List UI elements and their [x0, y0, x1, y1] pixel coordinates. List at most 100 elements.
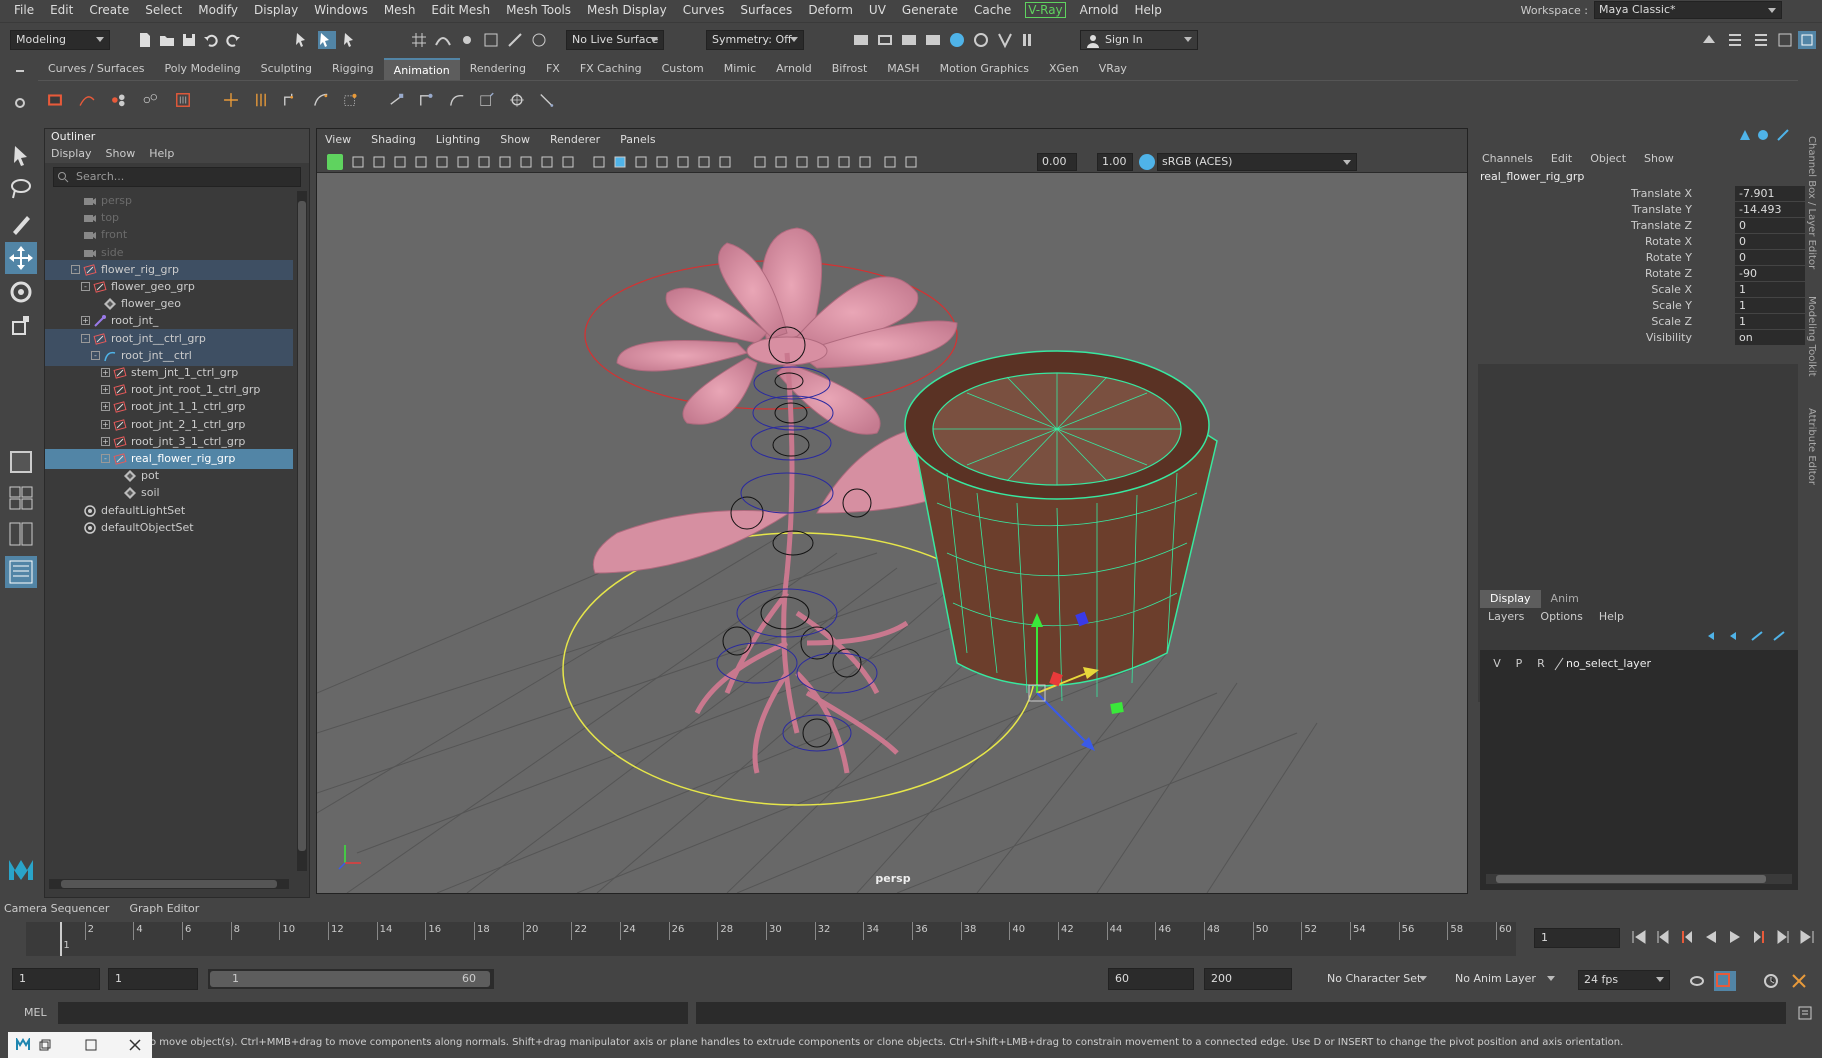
layer-name[interactable]: no_select_layer — [1566, 656, 1651, 672]
range-slider-handle[interactable]: 1 60 — [210, 971, 490, 987]
viewport-menu-shading[interactable]: Shading — [371, 129, 416, 151]
xray-icon[interactable] — [816, 155, 830, 169]
restore-window-icon[interactable] — [38, 1038, 52, 1052]
render-frame-icon[interactable] — [876, 31, 894, 49]
default-material-icon[interactable] — [634, 155, 648, 169]
ik-spline-icon[interactable] — [282, 91, 308, 115]
textured-icon[interactable] — [655, 155, 669, 169]
tool-settings-icon[interactable] — [1752, 31, 1770, 49]
channel-value-field[interactable]: -90 — [1735, 266, 1805, 281]
anim-layer-dropdown[interactable]: No Anim Layer — [1450, 970, 1560, 990]
perspective-viewport[interactable]: View Shading Lighting Show Renderer Panels 0.… — [316, 128, 1468, 894]
shelf-tab-curves-surfaces[interactable]: Curves / Surfaces — [38, 58, 155, 80]
channel-value-field[interactable]: -7.901 — [1735, 186, 1805, 201]
snap-curve-icon[interactable] — [434, 31, 452, 49]
shelf-tab-motion-graphics[interactable]: Motion Graphics — [930, 58, 1039, 80]
shelf-tab-vray[interactable]: VRay — [1089, 58, 1137, 80]
bind-skin-icon[interactable] — [312, 91, 338, 115]
outliner-menu-help[interactable]: Help — [149, 145, 174, 163]
channel-menu-channels[interactable]: Channels — [1482, 152, 1533, 165]
channel-row[interactable]: Scale X 1 — [1480, 282, 1805, 298]
camera-attributes-icon[interactable] — [372, 155, 386, 169]
menu-cache[interactable]: Cache — [966, 0, 1019, 20]
snap-view-plane-icon[interactable] — [482, 31, 500, 49]
select-camera-lock-icon[interactable] — [351, 155, 365, 169]
ambient-occlusion-icon[interactable] — [718, 155, 732, 169]
snap-surface-icon[interactable] — [530, 31, 548, 49]
collapse-icon[interactable]: - — [101, 454, 110, 463]
anim-prefs-icon[interactable] — [1762, 972, 1780, 990]
render-settings-icon[interactable] — [924, 31, 942, 49]
tab-anim[interactable]: Anim — [1541, 590, 1589, 608]
color-space-dropdown[interactable]: sRGB (ACES) — [1157, 153, 1357, 171]
ipr-render-icon[interactable] — [900, 31, 918, 49]
menu-arnold[interactable]: Arnold — [1072, 0, 1127, 20]
channel-row[interactable]: Translate X -7.901 — [1480, 186, 1805, 202]
playblast-icon[interactable] — [174, 91, 200, 115]
expand-icon[interactable]: + — [101, 419, 110, 429]
shelf-tab-rendering[interactable]: Rendering — [460, 58, 536, 80]
pause-render-icon[interactable] — [1018, 31, 1036, 49]
channel-row[interactable]: Scale Y 1 — [1480, 298, 1805, 314]
current-time-marker[interactable] — [60, 922, 63, 956]
menu-mesh[interactable]: Mesh — [376, 0, 424, 20]
viewport-scene[interactable] — [317, 173, 1467, 893]
near-clip-field[interactable]: 0.00 — [1037, 153, 1077, 171]
menu-set-dropdown[interactable]: Modeling — [10, 30, 110, 50]
unghost-icon[interactable] — [142, 91, 168, 115]
layer-hscroll-thumb[interactable] — [1496, 875, 1766, 883]
channel-menu-object[interactable]: Object — [1590, 152, 1626, 165]
layer-menu-help[interactable]: Help — [1599, 610, 1624, 623]
bookmark-icon[interactable] — [393, 155, 407, 169]
collapse-icon[interactable]: - — [91, 350, 100, 360]
auto-key-icon[interactable] — [1714, 971, 1736, 991]
layer-visibility-toggle[interactable]: V — [1486, 656, 1508, 672]
playback-prefs-icon[interactable] — [1790, 972, 1808, 990]
select-component-icon[interactable] — [342, 31, 360, 49]
go-to-end-icon[interactable] — [1798, 928, 1816, 946]
render-region-icon[interactable] — [852, 31, 870, 49]
paint-weights-icon[interactable] — [342, 91, 368, 115]
channel-value-field[interactable]: 0 — [1735, 218, 1805, 233]
current-frame-field[interactable]: 1 — [1534, 928, 1620, 948]
menu-windows[interactable]: Windows — [306, 0, 376, 20]
channel-row[interactable]: Scale Z 1 — [1480, 314, 1805, 330]
shelf-tab-sculpting[interactable]: Sculpting — [251, 58, 322, 80]
step-forward-key-icon[interactable] — [1774, 928, 1792, 946]
safe-action-icon[interactable] — [540, 155, 554, 169]
outliner-menu-display[interactable]: Display — [51, 145, 92, 163]
viewport-menu-lighting[interactable]: Lighting — [436, 129, 480, 151]
field-chart-icon[interactable] — [519, 155, 533, 169]
smooth-shade-icon[interactable] — [613, 155, 627, 169]
viewport-menu-show[interactable]: Show — [500, 129, 530, 151]
single-perspective-view-icon[interactable] — [5, 446, 37, 478]
outliner-vscroll-thumb[interactable] — [298, 201, 306, 851]
outliner-menu-show[interactable]: Show — [106, 145, 136, 163]
snap-point-icon[interactable] — [458, 31, 476, 49]
close-window-icon[interactable] — [128, 1038, 142, 1052]
step-back-frame-icon[interactable] — [1678, 928, 1696, 946]
outliner-hscroll-thumb[interactable] — [61, 880, 277, 888]
constraint-orient-icon[interactable] — [448, 91, 474, 115]
menu-generate[interactable]: Generate — [894, 0, 966, 20]
playback-start-field[interactable]: 1 — [108, 968, 198, 990]
snap-grid-icon[interactable] — [410, 31, 428, 49]
exposure-icon[interactable] — [883, 155, 897, 169]
viewport-menu-renderer[interactable]: Renderer — [550, 129, 600, 151]
motion-blur-icon[interactable] — [753, 155, 767, 169]
menu-v-ray[interactable]: V-Ray — [1025, 2, 1066, 18]
step-forward-frame-icon[interactable] — [1750, 928, 1768, 946]
lights-icon[interactable] — [676, 155, 690, 169]
expand-icon[interactable]: + — [101, 436, 110, 446]
undo-icon[interactable] — [202, 31, 220, 49]
layer-move-down-icon[interactable] — [1728, 630, 1742, 642]
outliner-layout-icon[interactable] — [5, 556, 37, 588]
menu-modify[interactable]: Modify — [190, 0, 246, 20]
outliner-hscrollbar[interactable] — [49, 879, 289, 889]
layer-row[interactable]: V P R no_select_layer — [1486, 656, 1786, 672]
paint-select-tool-icon[interactable] — [5, 208, 37, 240]
command-input[interactable] — [58, 1002, 688, 1024]
save-scene-icon[interactable] — [180, 31, 198, 49]
channel-value-field[interactable]: -14.493 — [1735, 202, 1805, 217]
constraint-scale-icon[interactable] — [478, 91, 504, 115]
